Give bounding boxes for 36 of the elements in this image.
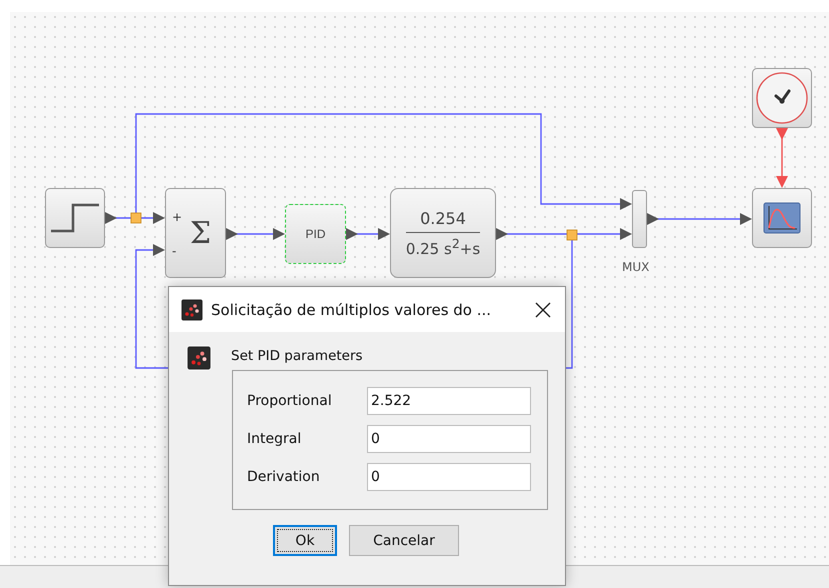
clock-block[interactable] [752, 68, 812, 128]
app-icon [187, 346, 211, 370]
dialog-heading: Set PID parameters [231, 348, 363, 364]
field-label: Proportional [247, 393, 333, 409]
step-icon [49, 203, 101, 233]
sign-label: - [172, 245, 176, 257]
block-label: MUX [622, 260, 650, 274]
output-port-icon [647, 213, 659, 225]
cancel-button[interactable]: Cancelar [349, 525, 459, 556]
block-label: PID [305, 227, 326, 241]
split-point [130, 212, 142, 224]
close-icon[interactable] [535, 302, 551, 318]
ok-button[interactable]: Ok [273, 525, 337, 556]
input-field[interactable]: 0 [367, 425, 531, 453]
input-field[interactable]: 2.522 [367, 387, 531, 415]
app-icon [181, 298, 203, 320]
scope-icon [763, 202, 801, 234]
scope-block[interactable] [752, 188, 812, 248]
sum-symbol: Σ [190, 216, 212, 250]
step-block[interactable] [45, 188, 105, 248]
mux-block[interactable] [632, 190, 647, 248]
output-port-icon [346, 228, 358, 240]
output-port-icon [496, 228, 508, 240]
field-label: Integral [247, 431, 302, 447]
split-point [566, 230, 578, 240]
window-title: Solicitação de múltiplos valores do ... [211, 300, 492, 318]
text-block[interactable]: PID [285, 204, 346, 264]
output-port-icon [105, 212, 117, 224]
output-port-icon [226, 228, 238, 240]
clock-icon [755, 71, 809, 125]
sign-label: + [172, 211, 182, 223]
input-field[interactable]: 0 [367, 463, 531, 491]
field-label: Derivation [247, 469, 321, 485]
denominator: 0.25 s$^{2}$+s [406, 234, 480, 258]
fraction-block[interactable]: 0.254 0.25 s$^{2}$+s [390, 188, 496, 278]
numerator: 0.254 [406, 208, 480, 232]
